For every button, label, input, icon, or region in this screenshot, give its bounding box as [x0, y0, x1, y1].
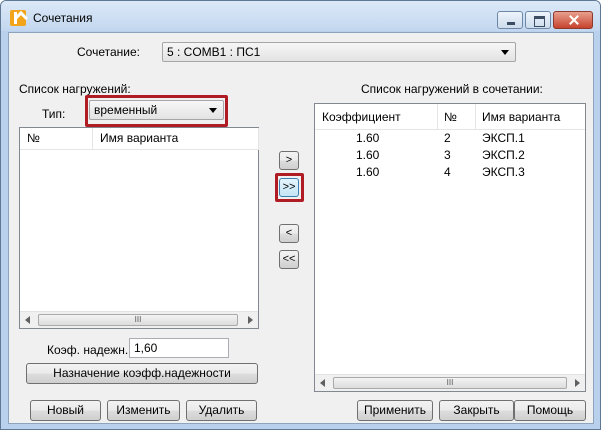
maximize-button[interactable] [525, 11, 551, 29]
column-divider[interactable] [92, 128, 93, 150]
help-button[interactable]: Помощь [514, 400, 586, 421]
add-all-button[interactable]: >> [279, 178, 299, 197]
dialog-window: Сочетания Сочетание: 5 : COMB1 : ПС1 Спи… [0, 0, 601, 430]
scroll-left-icon[interactable] [25, 316, 30, 324]
table-row[interactable]: 1.60 2 ЭКСП.1 [315, 131, 585, 147]
window-title: Сочетания [33, 11, 93, 25]
row-number: 2 [444, 131, 451, 145]
row-variant-name: ЭКСП.3 [482, 165, 525, 179]
combination-value: 5 : COMB1 : ПС1 [167, 45, 261, 59]
remove-all-button[interactable]: << [279, 250, 299, 269]
reliability-input[interactable]: 1,60 [129, 338, 229, 358]
combination-select[interactable]: 5 : COMB1 : ПС1 [162, 42, 516, 62]
combination-loads-header: Коэффициент № Имя варианта [315, 104, 585, 130]
table-row[interactable]: 1.60 4 ЭКСП.3 [315, 165, 585, 181]
assign-reliability-button[interactable]: Назначение коэфф.надежности [26, 363, 258, 384]
add-one-button[interactable]: > [279, 151, 299, 170]
type-select[interactable]: временный [89, 100, 224, 120]
column-header-number[interactable]: № [27, 131, 40, 145]
type-value: временный [94, 103, 158, 117]
horizontal-scrollbar[interactable]: III [315, 374, 585, 391]
row-number: 4 [444, 165, 451, 179]
column-header-variant-name[interactable]: Имя варианта [482, 110, 560, 124]
scroll-thumb[interactable]: III [333, 377, 567, 389]
row-coefficient: 1.60 [356, 165, 380, 179]
row-variant-name: ЭКСП.1 [482, 131, 525, 145]
row-number: 3 [444, 148, 451, 162]
column-header-variant-name[interactable]: Имя варианта [100, 131, 178, 145]
chevron-down-icon [209, 108, 217, 113]
combination-loads-title: Список нагружений в сочетании: [361, 82, 543, 96]
column-header-number[interactable]: № [444, 110, 457, 124]
row-coefficient: 1.60 [356, 148, 380, 162]
new-button[interactable]: Новый [30, 400, 101, 421]
combination-loads-list[interactable]: Коэффициент № Имя варианта 1.60 2 ЭКСП.1… [314, 103, 586, 392]
horizontal-scrollbar[interactable]: III [20, 311, 258, 328]
edit-button[interactable]: Изменить [107, 400, 180, 421]
close-dialog-button[interactable]: Закрыть [439, 400, 514, 421]
close-button[interactable] [553, 11, 593, 29]
scroll-right-icon[interactable] [248, 316, 253, 324]
chevron-down-icon [501, 50, 509, 55]
remove-one-button[interactable]: < [279, 224, 299, 243]
column-divider[interactable] [437, 104, 438, 130]
column-divider[interactable] [258, 128, 259, 150]
row-coefficient: 1.60 [356, 131, 380, 145]
table-row[interactable]: 1.60 3 ЭКСП.2 [315, 148, 585, 164]
dialog-body: Сочетание: 5 : COMB1 : ПС1 Список нагруж… [8, 32, 594, 424]
minimize-button[interactable] [497, 11, 523, 29]
combination-label: Сочетание: [77, 45, 140, 59]
available-loads-header: № Имя варианта [20, 128, 259, 150]
type-label: Тип: [42, 107, 66, 121]
scroll-left-icon[interactable] [320, 379, 325, 387]
column-header-coefficient[interactable]: Коэффициент [322, 110, 401, 124]
available-loads-list[interactable]: № Имя варианта III [19, 127, 259, 329]
apply-button[interactable]: Применить [357, 400, 433, 421]
column-divider[interactable] [475, 104, 476, 130]
scroll-right-icon[interactable] [575, 379, 580, 387]
scroll-thumb[interactable]: III [38, 314, 238, 326]
reliability-label: Коэф. надежн.: [47, 343, 132, 357]
app-logo-icon [10, 10, 26, 26]
row-variant-name: ЭКСП.2 [482, 148, 525, 162]
load-list-title: Список нагружений: [19, 82, 131, 96]
delete-button[interactable]: Удалить [186, 400, 257, 421]
title-bar[interactable]: Сочетания [1, 1, 600, 31]
